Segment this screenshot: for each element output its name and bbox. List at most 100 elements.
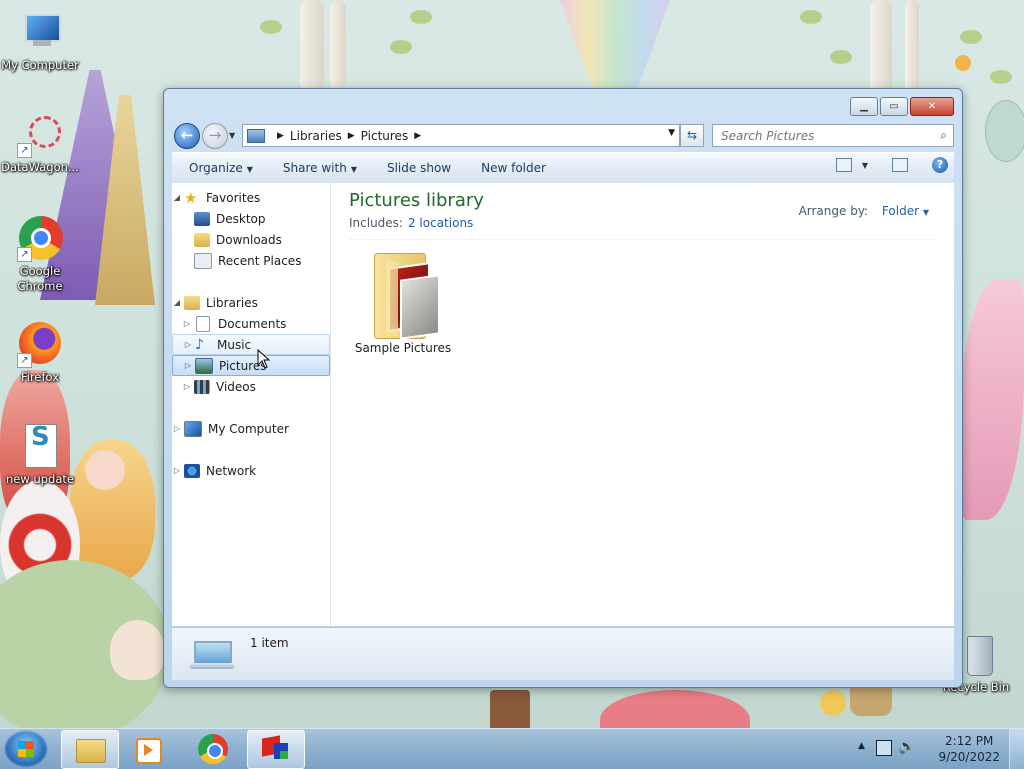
collapsed-arrow-icon[interactable]: ▷ xyxy=(183,340,193,349)
minimize-icon: ▁ xyxy=(860,101,868,112)
firefox-icon: ↗ xyxy=(17,322,63,368)
view-options-dropdown-icon[interactable]: ▼ xyxy=(862,161,868,170)
folder-item[interactable]: Sample Pictures xyxy=(353,247,453,355)
desktop-icon-firefox[interactable]: ↗ Firefox xyxy=(0,322,80,385)
recent-pages-dropdown[interactable]: ▼ xyxy=(229,131,235,140)
nav-label: Libraries xyxy=(206,295,258,310)
pictures-library-icon xyxy=(247,128,265,143)
expanded-arrow-icon[interactable]: ◢ xyxy=(172,298,182,307)
expanded-arrow-icon[interactable]: ◢ xyxy=(172,193,182,202)
desktop-icon xyxy=(194,211,210,226)
nav-gap xyxy=(172,439,330,460)
nav-label: Network xyxy=(206,463,257,478)
show-desktop-button[interactable] xyxy=(1009,729,1024,769)
star-icon: ★ xyxy=(184,188,198,207)
nav-music[interactable]: ▷ ♪ Music xyxy=(172,334,330,355)
share-with-button[interactable]: Share with ▼ xyxy=(283,161,357,175)
maximize-button[interactable]: ▭ xyxy=(880,97,908,116)
change-view-icon[interactable] xyxy=(835,158,852,172)
dropdown-arrow-icon: ▼ xyxy=(246,165,253,174)
minimize-button[interactable]: ▁ xyxy=(850,97,878,116)
help-icon[interactable]: ? xyxy=(932,157,948,173)
desktop-icon-new-update[interactable]: S new update xyxy=(0,424,80,487)
folder-with-photos-icon xyxy=(368,247,440,340)
details-pane: 1 item xyxy=(172,627,954,680)
taskbar-app-cube[interactable] xyxy=(247,730,305,769)
windows-logo-icon xyxy=(18,741,34,757)
explorer-window: ▁ ▭ ✕ ← → ▼ ▶ Libraries ▶ Pictures ▶ ▼ ⇆… xyxy=(163,88,963,688)
desktop-icon-my-computer[interactable]: My Computer xyxy=(0,10,80,73)
address-bar[interactable]: ▶ Libraries ▶ Pictures ▶ ▼ xyxy=(242,124,680,147)
taskbar-windows-explorer[interactable] xyxy=(61,730,119,769)
organize-label: Organize xyxy=(189,161,243,175)
start-button[interactable] xyxy=(4,730,48,768)
collapsed-arrow-icon[interactable]: ▷ xyxy=(182,319,192,328)
nav-libraries[interactable]: ◢ Libraries xyxy=(172,292,330,313)
nav-desktop[interactable]: Desktop xyxy=(172,208,330,229)
locations-link[interactable]: 2 locations xyxy=(408,216,473,230)
dropdown-arrow-icon: ▼ xyxy=(350,165,357,174)
music-note-icon: ♪ xyxy=(195,336,204,353)
slide-show-button[interactable]: Slide show xyxy=(387,161,451,175)
shortcut-arrow-icon: ↗ xyxy=(17,353,32,368)
desktop-icon-label: My Computer xyxy=(1,58,79,72)
arrange-by-dropdown[interactable]: Folder ▼ xyxy=(882,204,929,218)
nav-pictures[interactable]: ▷ Pictures xyxy=(172,355,330,376)
item-count: 1 item xyxy=(250,636,289,650)
close-button[interactable]: ✕ xyxy=(910,97,954,116)
nav-label: Desktop xyxy=(216,211,266,226)
search-icon[interactable]: ⌕ xyxy=(940,128,947,143)
back-arrow-icon: ← xyxy=(180,126,194,144)
breadcrumb-chevron-icon[interactable]: ▶ xyxy=(277,131,284,141)
nav-downloads[interactable]: Downloads xyxy=(172,229,330,250)
nav-my-computer[interactable]: ▷ My Computer xyxy=(172,418,330,439)
nav-label: Videos xyxy=(216,379,256,394)
breadcrumb-pictures[interactable]: Pictures xyxy=(361,129,409,143)
organize-button[interactable]: Organize ▼ xyxy=(189,161,253,175)
search-input[interactable] xyxy=(719,128,923,144)
nav-recent-places[interactable]: Recent Places xyxy=(172,250,330,271)
clock[interactable]: 2:12 PM 9/20/2022 xyxy=(938,733,1000,765)
collapsed-arrow-icon[interactable]: ▷ xyxy=(172,466,182,475)
breadcrumb-chevron-icon[interactable]: ▶ xyxy=(348,131,355,141)
share-with-label: Share with xyxy=(282,161,347,175)
forward-button[interactable]: → xyxy=(202,123,228,149)
downloads-folder-icon xyxy=(194,232,210,247)
desktop-icon-datawagon[interactable]: ↗ DataWagon... xyxy=(0,112,80,175)
taskbar: ▲ 🔈 2:12 PM 9/20/2022 xyxy=(0,728,1024,769)
nav-documents[interactable]: ▷ Documents xyxy=(172,313,330,334)
nav-videos[interactable]: ▷ Videos xyxy=(172,376,330,397)
nav-favorites[interactable]: ◢ ★ Favorites xyxy=(172,187,330,208)
network-status-icon[interactable] xyxy=(876,740,892,756)
desktop-icon-google-chrome[interactable]: ↗ Google Chrome xyxy=(0,216,80,294)
close-icon: ✕ xyxy=(927,101,937,112)
search-box[interactable]: ⌕ xyxy=(712,124,954,147)
navigation-pane: ◢ ★ Favorites Desktop Downloads Recent P… xyxy=(172,183,331,626)
collapsed-arrow-icon[interactable]: ▷ xyxy=(183,361,193,370)
collapsed-arrow-icon[interactable]: ▷ xyxy=(172,424,182,433)
pictures-library-large-icon xyxy=(190,637,234,671)
dropdown-arrow-icon: ▼ xyxy=(922,208,929,217)
taskbar-chrome[interactable] xyxy=(184,730,240,767)
nav-label: Downloads xyxy=(216,232,282,247)
address-dropdown-icon[interactable]: ▼ xyxy=(668,128,675,138)
includes-label: Includes: xyxy=(349,216,403,230)
script-file-icon: S xyxy=(17,424,63,470)
nav-label: Documents xyxy=(218,316,287,331)
breadcrumb-libraries[interactable]: Libraries xyxy=(290,129,342,143)
show-hidden-icons-arrow-icon[interactable]: ▲ xyxy=(858,741,865,751)
collapsed-arrow-icon[interactable]: ▷ xyxy=(182,382,192,391)
nav-network[interactable]: ▷ Network xyxy=(172,460,330,481)
main-pane: Pictures library Includes: 2 locations Ar… xyxy=(331,183,954,626)
back-button[interactable]: ← xyxy=(174,123,200,149)
address-row: ← → ▼ ▶ Libraries ▶ Pictures ▶ ▼ ⇆ ⌕ xyxy=(172,122,954,149)
taskbar-media-player[interactable] xyxy=(120,730,176,767)
breadcrumb-chevron-icon[interactable]: ▶ xyxy=(414,131,421,141)
refresh-button[interactable]: ⇆ xyxy=(680,124,704,147)
windows-explorer-icon xyxy=(76,739,106,763)
new-folder-button[interactable]: New folder xyxy=(481,161,546,175)
volume-icon[interactable]: 🔈 xyxy=(898,739,915,755)
nav-label: Recent Places xyxy=(218,253,302,268)
preview-pane-icon[interactable] xyxy=(892,158,908,172)
arrange-by-label: Arrange by: xyxy=(798,204,869,218)
